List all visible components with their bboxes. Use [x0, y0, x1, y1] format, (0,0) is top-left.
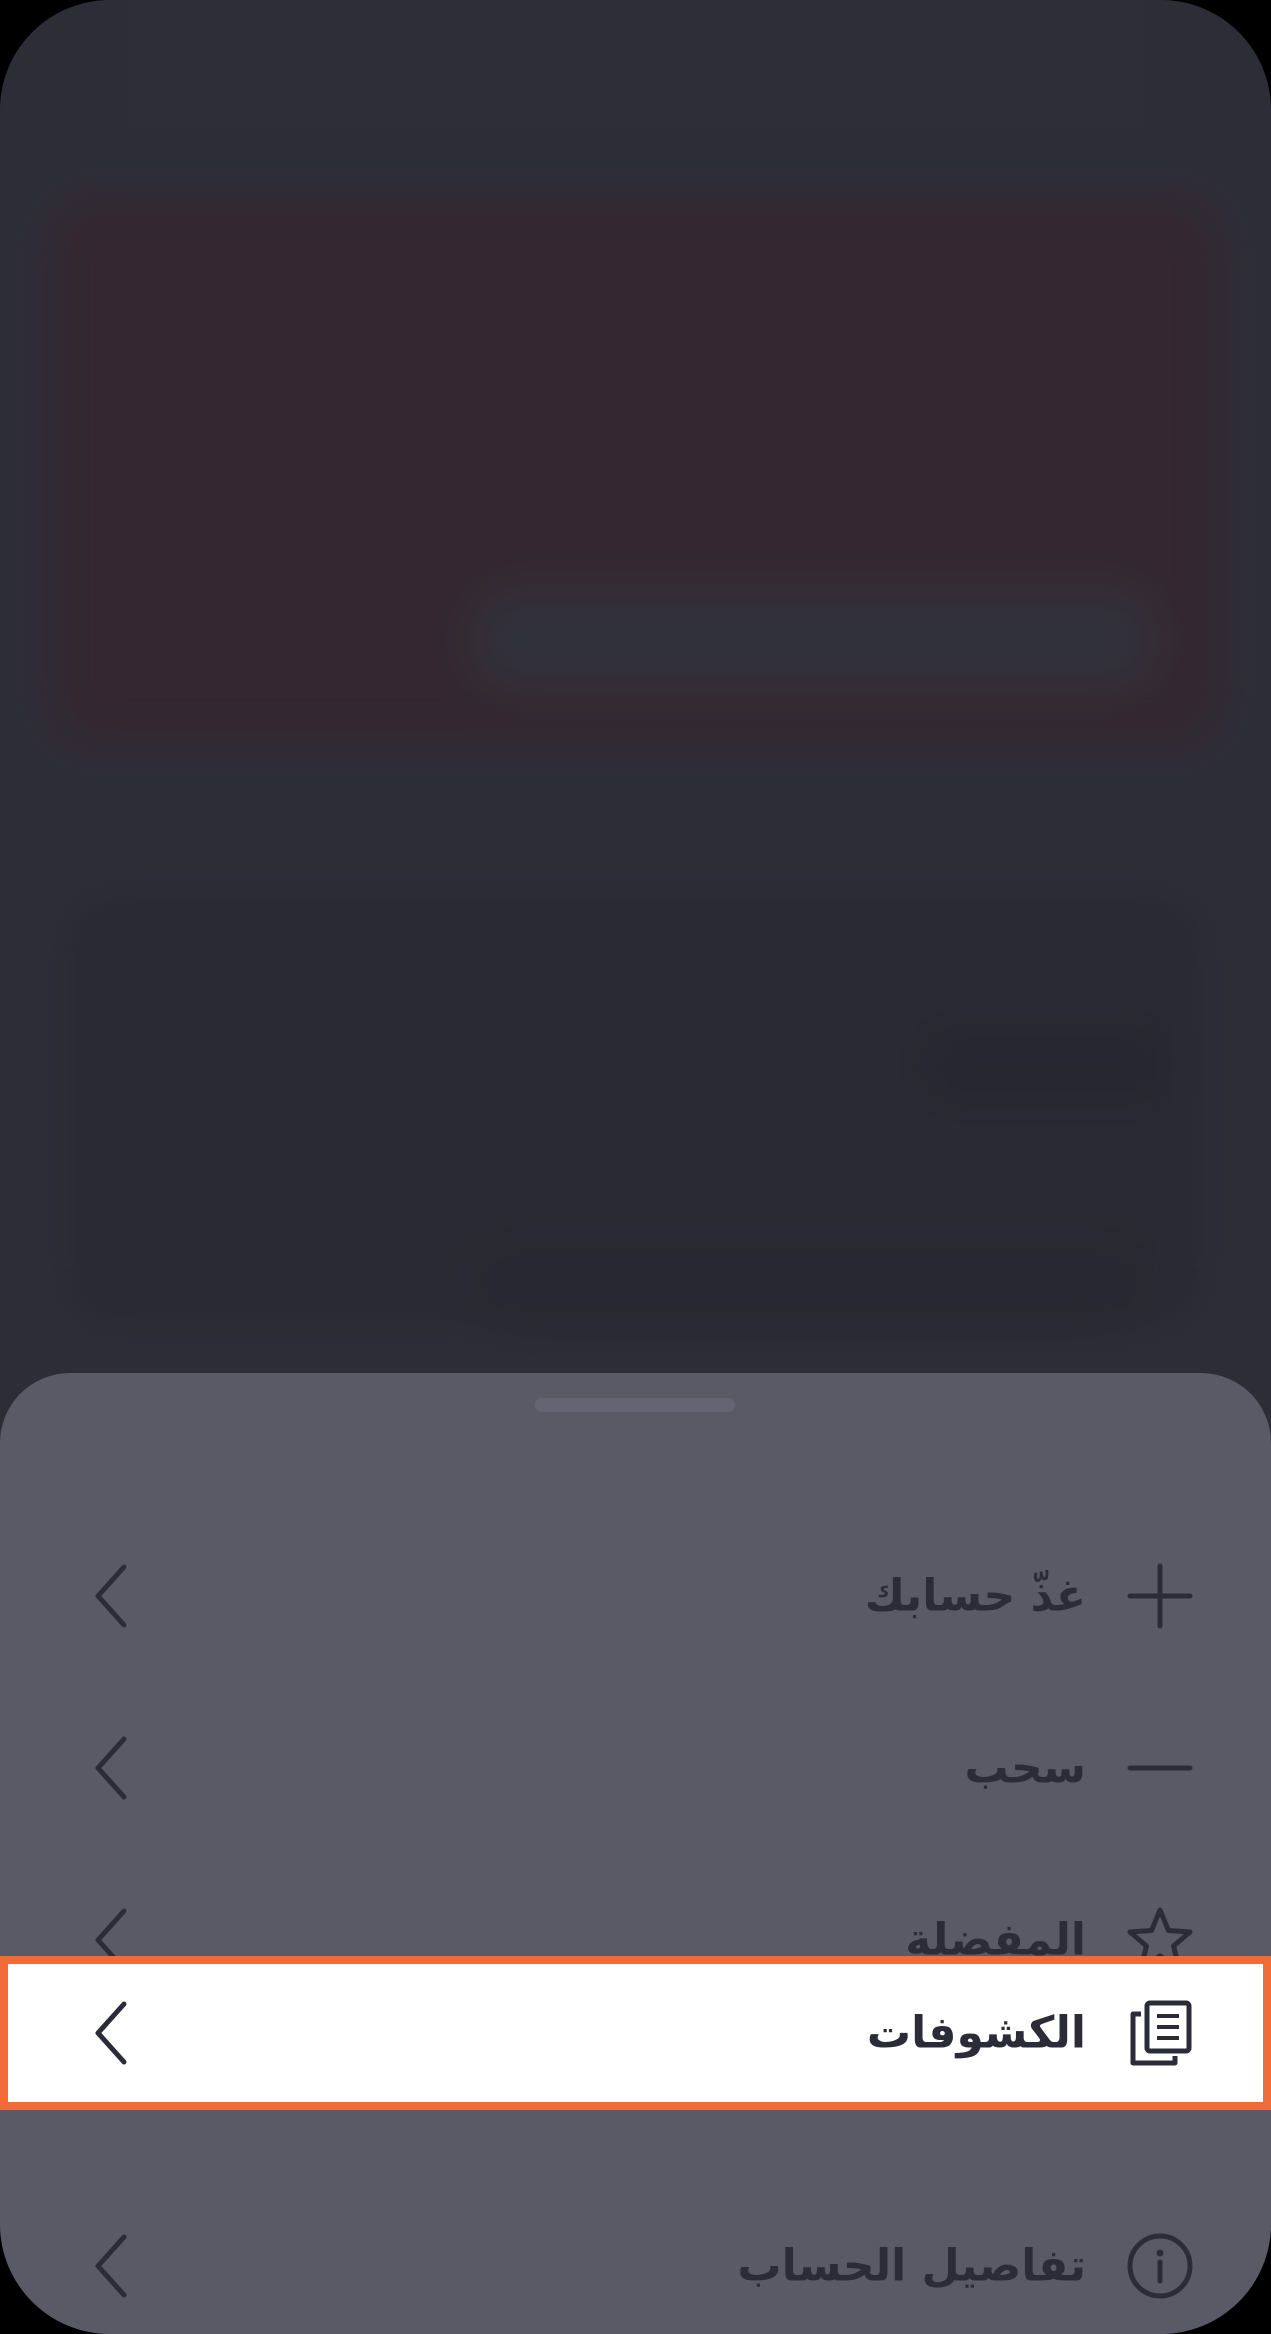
menu-item-label: تفاصيل الحساب	[737, 2240, 1086, 2292]
menu-item-top-up[interactable]: غذّ حسابك	[0, 1510, 1271, 1682]
menu-item-withdraw[interactable]: سحب	[0, 1682, 1271, 1854]
info-icon	[1125, 2231, 1195, 2301]
chevron-left-icon	[88, 2231, 138, 2301]
menu-item-account-details[interactable]: تفاصيل الحساب	[0, 2198, 1271, 2334]
screen: غذّ حسابك سحب المفضلة الكشوفات تفاصيل ال…	[0, 0, 1271, 2334]
minus-icon	[1125, 1733, 1195, 1803]
sheet-drag-handle[interactable]	[535, 1398, 735, 1412]
menu-item-label: غذّ حسابك	[864, 1570, 1086, 1622]
chevron-left-icon	[88, 1998, 138, 2068]
bottom-sheet: غذّ حسابك سحب المفضلة الكشوفات تفاصيل ال…	[0, 1373, 1271, 2334]
menu-item-label: سحب	[964, 1742, 1086, 1794]
chevron-left-icon	[88, 1561, 138, 1631]
documents-icon	[1125, 1998, 1195, 2068]
chevron-left-icon	[88, 1733, 138, 1803]
plus-icon	[1125, 1561, 1195, 1631]
menu-item-label: الكشوفات	[866, 2007, 1086, 2059]
menu-item-statements[interactable]: الكشوفات	[0, 1956, 1271, 2110]
